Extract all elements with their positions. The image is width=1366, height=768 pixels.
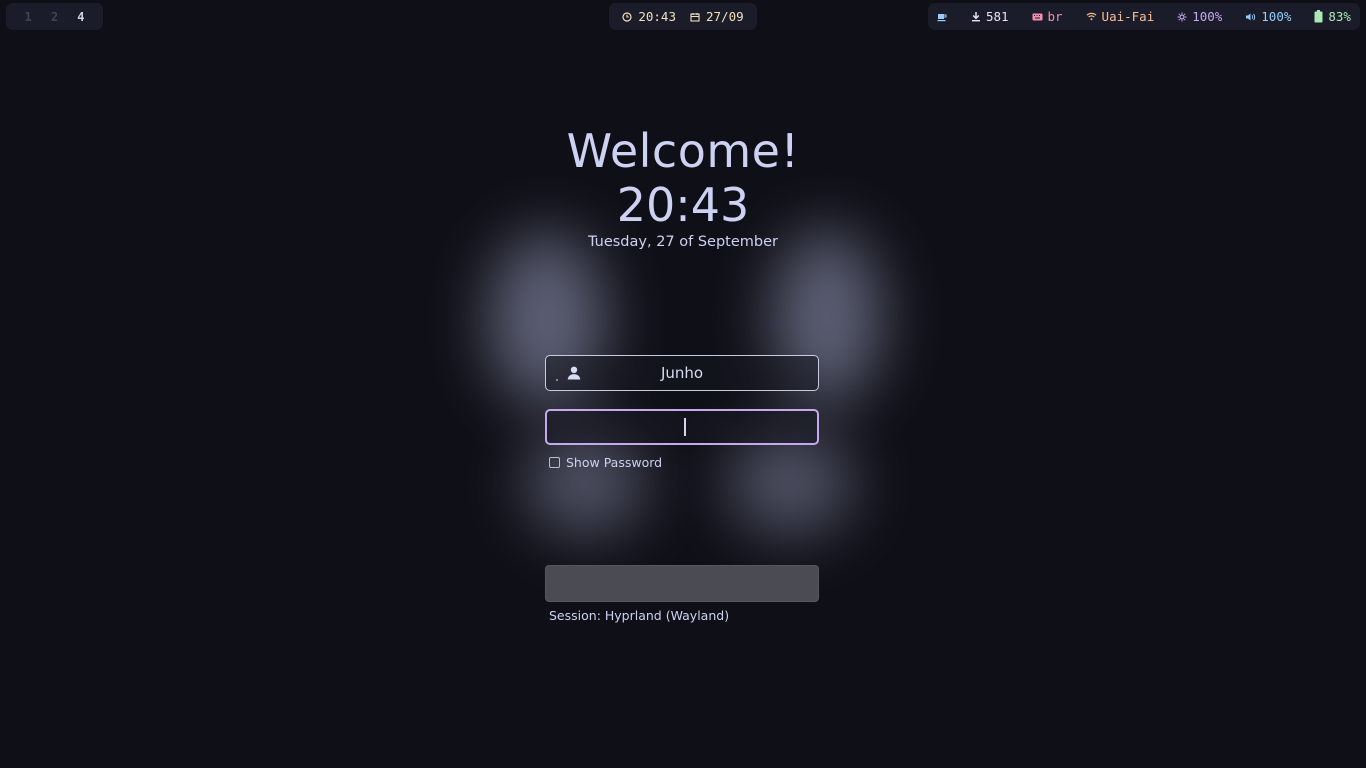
bar-date: 27/09 (706, 9, 744, 24)
username-field[interactable]: Junho (545, 355, 819, 391)
keyboard-icon (1032, 13, 1043, 20)
wifi-ssid: Uai-Fai (1101, 9, 1155, 24)
volume-value: 100% (1261, 9, 1292, 24)
text-cursor (684, 418, 686, 436)
keyboard-layout[interactable]: br (1032, 9, 1063, 24)
battery-indicator[interactable]: 83% (1314, 9, 1351, 24)
keyboard-layout-label: br (1047, 9, 1063, 24)
network-indicator[interactable]: Uai-Fai (1086, 9, 1155, 24)
volume-icon (1246, 13, 1256, 20)
battery-value: 83% (1328, 9, 1351, 24)
wallpaper-glow (728, 430, 853, 535)
greeter-clock: 20:43 (616, 178, 750, 232)
show-password-toggle[interactable]: Show Password (549, 455, 662, 470)
greeter-date: Tuesday, 27 of September (587, 234, 778, 250)
show-password-checkbox[interactable] (549, 457, 560, 468)
workspace-button-1[interactable]: 1 (15, 10, 41, 24)
battery-icon (1314, 10, 1323, 23)
idle-inhibitor[interactable] (937, 12, 948, 22)
status-tray: 581 br Uai-Fai 100% 100% 83% (928, 3, 1360, 30)
show-password-label: Show Password (566, 455, 663, 470)
brightness-indicator[interactable]: 100% (1177, 9, 1222, 24)
clock-icon (622, 11, 632, 22)
bar-time: 20:43 (638, 9, 676, 24)
brightness-value: 100% (1192, 9, 1223, 24)
login-button[interactable] (545, 565, 819, 602)
session-selector[interactable]: Session: Hyprland (Wayland) (549, 608, 729, 623)
updates-indicator[interactable]: 581 (971, 9, 1009, 24)
brightness-icon (1177, 12, 1187, 21)
coffee-icon (937, 13, 947, 21)
workspace-button-2[interactable]: 2 (41, 10, 67, 24)
welcome-title: Welcome! (566, 124, 800, 178)
password-input[interactable] (545, 409, 819, 445)
download-icon (971, 12, 980, 22)
username-value: Junho (660, 364, 704, 382)
login-screen: 1 2 4 20:43 27/09 581 br Uai-Fai 100% 10… (0, 0, 1366, 768)
workspace-switcher: 1 2 4 (6, 3, 103, 30)
wifi-icon (1086, 12, 1096, 21)
updates-count: 581 (985, 9, 1009, 24)
calendar-icon (690, 12, 700, 22)
volume-indicator[interactable]: 100% (1245, 9, 1291, 24)
workspace-button-4[interactable]: 4 (68, 10, 94, 24)
clock-widget[interactable]: 20:43 27/09 (609, 3, 757, 30)
wallpaper-glow (525, 430, 645, 535)
